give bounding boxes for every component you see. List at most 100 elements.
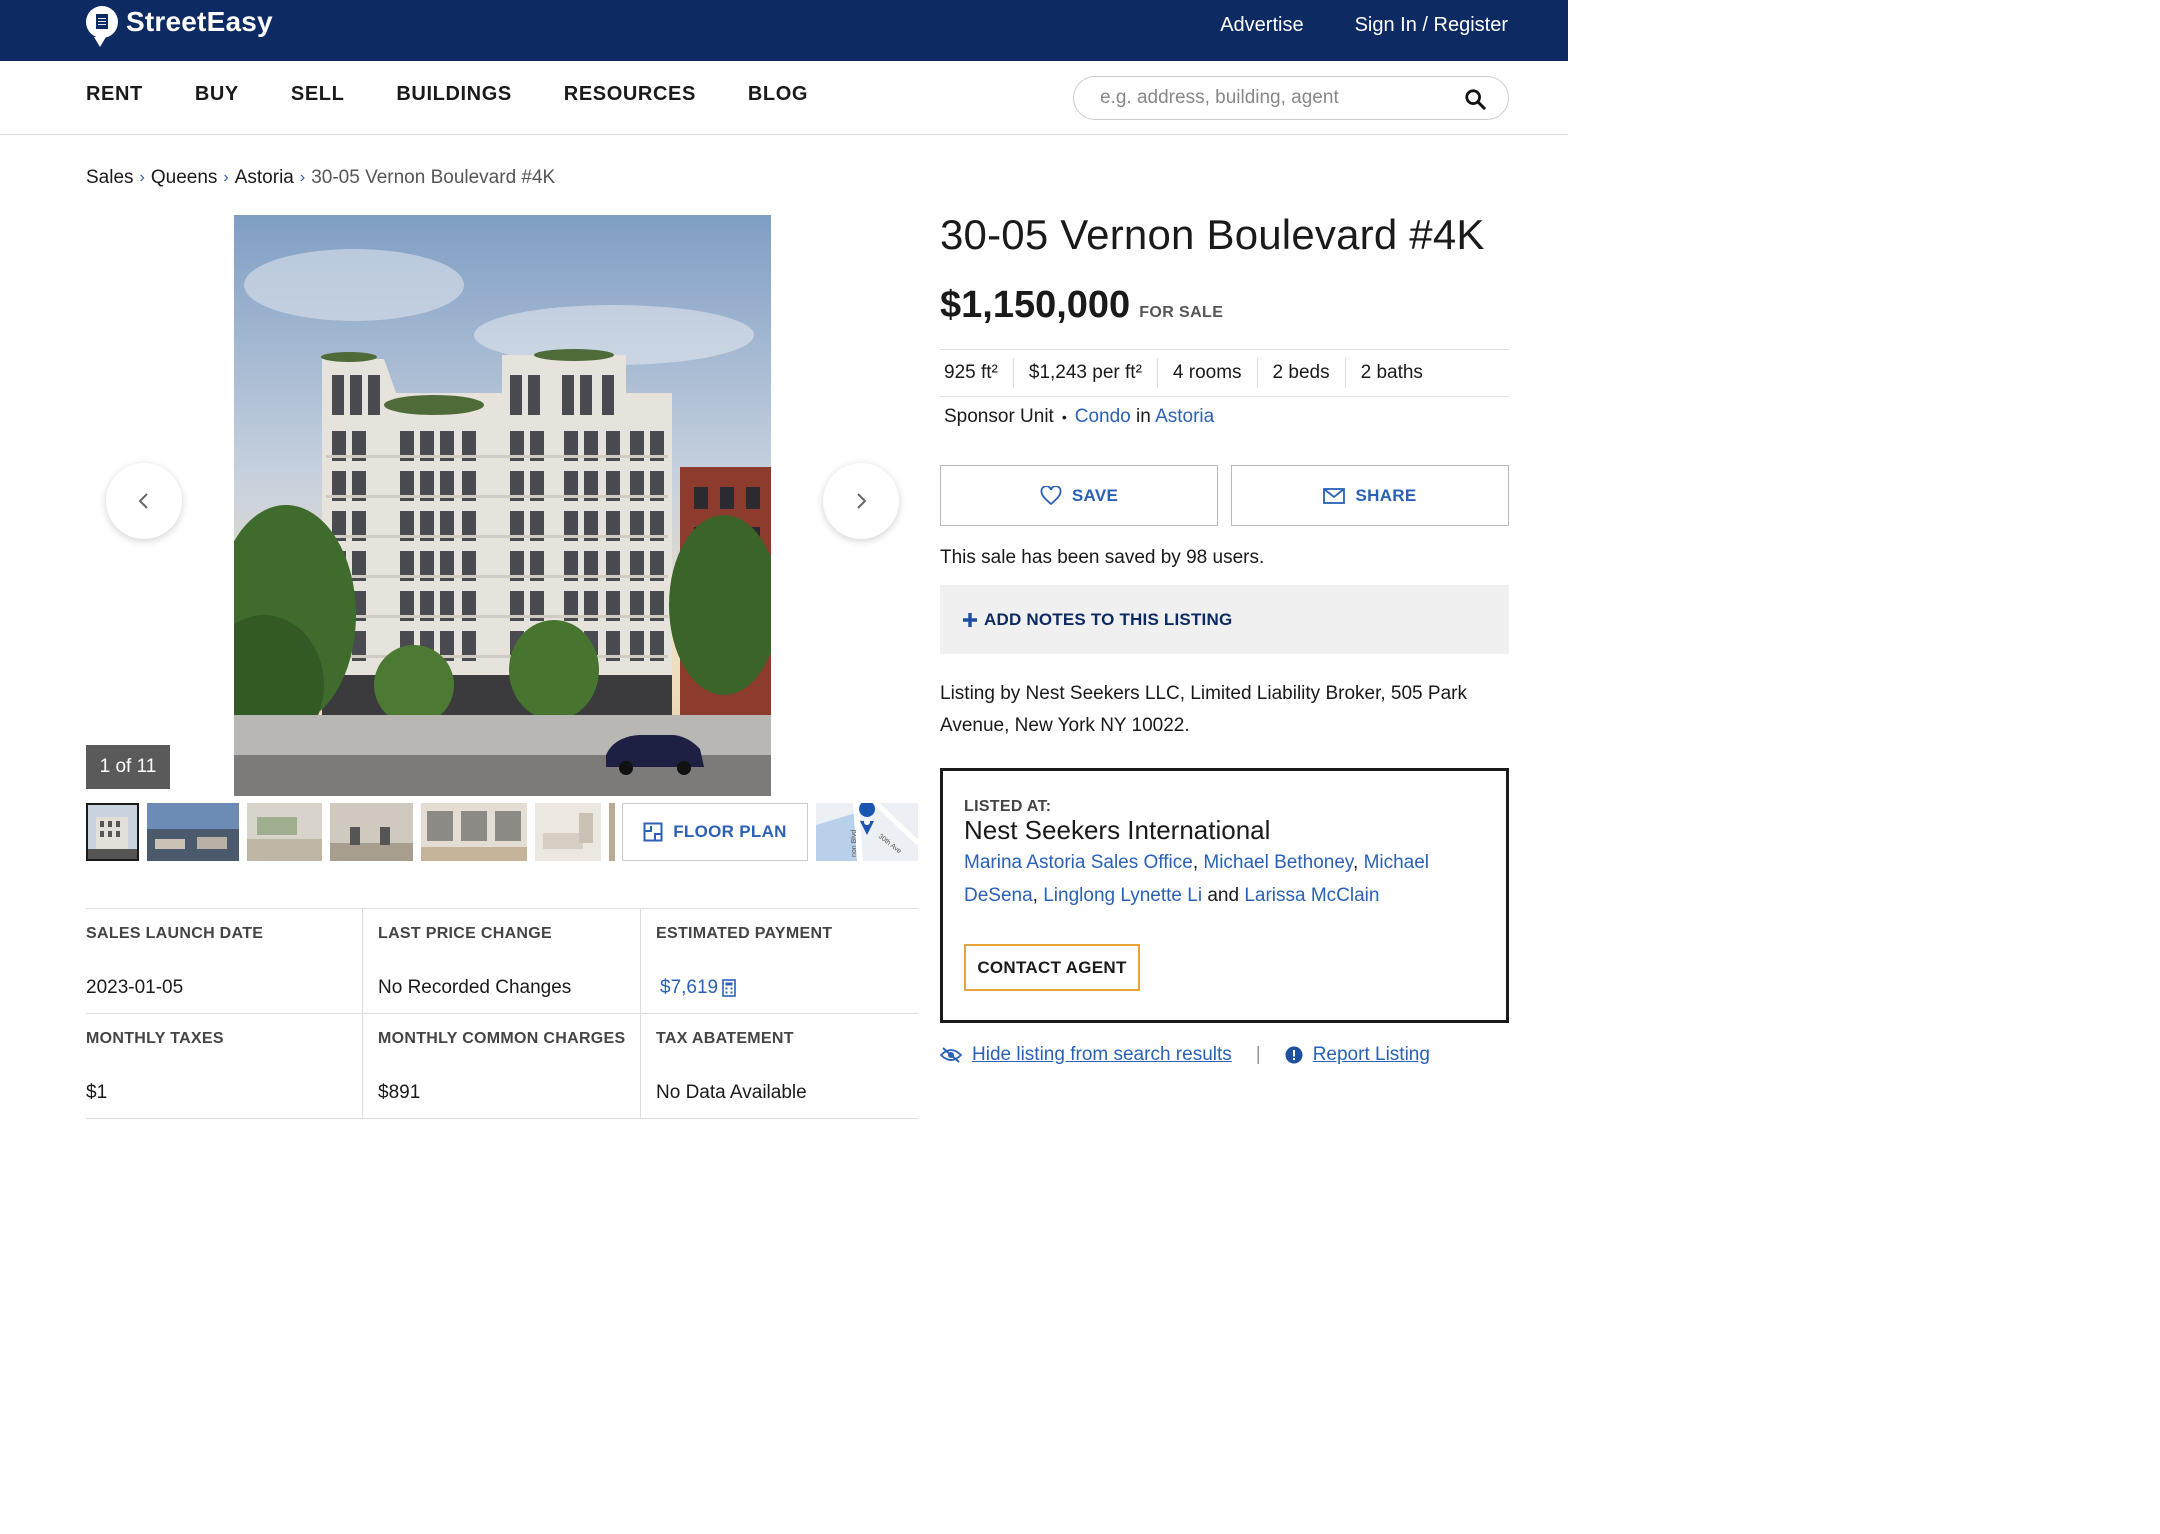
photo-counter: 1 of 11 <box>86 745 170 789</box>
thumbnail-1[interactable] <box>86 803 139 861</box>
chevron-left-icon <box>138 493 148 509</box>
plus-icon <box>963 612 977 627</box>
saved-count-text: This sale has been saved by 98 users. <box>940 547 1265 568</box>
listing-broker-text: Listing by Nest Seekers LLC, Limited Lia… <box>940 683 1467 736</box>
search-icon[interactable] <box>1464 88 1486 110</box>
agent-link[interactable]: Larissa McClain <box>1244 885 1379 906</box>
detail-monthly-taxes: MONTHLY TAXES $1 <box>86 1014 362 1119</box>
thumbnail-3[interactable] <box>247 803 322 861</box>
share-label: SHARE <box>1355 485 1417 505</box>
save-label: SAVE <box>1071 485 1119 505</box>
calculator-icon <box>722 979 736 997</box>
detail-monthly-common-charges: MONTHLY COMMON CHARGES $891 <box>362 1014 640 1119</box>
search-input[interactable] <box>1100 87 1440 109</box>
listing-facts: 925 ft² $1,243 per ft² 4 rooms 2 beds 2 … <box>940 349 1509 397</box>
detail-value: 2023-01-05 <box>86 977 184 998</box>
nav-blog[interactable]: BLOG <box>748 83 808 106</box>
floor-plan-icon <box>643 822 663 842</box>
detail-last-price-change: LAST PRICE CHANGE No Recorded Changes <box>362 909 640 1014</box>
main-nav: RENT BUY SELL BUILDINGS RESOURCES BLOG <box>0 61 1568 135</box>
agent-link[interactable]: Linglong Lynette Li <box>1043 885 1202 906</box>
advertise-link[interactable]: Advertise <box>1220 12 1303 38</box>
detail-value: No Data Available <box>656 1082 807 1103</box>
detail-label: SALES LAUNCH DATE <box>86 925 264 942</box>
add-notes-button[interactable]: ADD NOTES TO THIS LISTING <box>940 585 1509 654</box>
chevron-right-icon <box>857 493 867 509</box>
streeteasy-logo[interactable]: StreetEasy <box>86 6 273 47</box>
listing-footer-links: Hide listing from search results | Repor… <box>940 1044 1430 1066</box>
thumbnail-4[interactable] <box>330 803 413 861</box>
listing-main-photo[interactable] <box>234 215 771 796</box>
detail-sales-launch-date: SALES LAUNCH DATE 2023-01-05 <box>86 909 362 1014</box>
breadcrumb-current: 30-05 Vernon Boulevard #4K <box>311 167 556 188</box>
neighborhood-link[interactable]: Astoria <box>1155 406 1214 427</box>
detail-label: ESTIMATED PAYMENT <box>656 925 833 942</box>
contact-agent-button[interactable]: CONTACT AGENT <box>964 944 1140 991</box>
listed-at-label: LISTED AT: <box>964 798 1052 815</box>
alert-icon <box>1285 1046 1303 1064</box>
fact-baths: 2 baths <box>1344 358 1438 388</box>
detail-estimated-payment: ESTIMATED PAYMENT $7,619 <box>640 909 918 1014</box>
logo-building-icon <box>86 6 118 47</box>
brand-name: StreetEasy <box>126 6 273 37</box>
unit-type-line: Sponsor Unit • Condo in Astoria <box>944 406 1214 428</box>
nav-sell[interactable]: SELL <box>291 83 345 106</box>
thumbnail-2[interactable] <box>147 803 239 861</box>
thumbnail-6[interactable] <box>535 803 601 861</box>
bullet-separator: • <box>1061 409 1067 425</box>
agent-list: Marina Astoria Sales Office, Michael Bet… <box>964 852 1430 906</box>
share-button[interactable]: SHARE <box>1231 465 1509 526</box>
detail-value: $1 <box>86 1082 108 1103</box>
detail-tax-abatement: TAX ABATEMENT No Data Available <box>640 1014 918 1119</box>
thumbnail-5[interactable] <box>421 803 527 861</box>
listing-price: $1,150,000 <box>940 284 1131 326</box>
map-thumbnail[interactable]: 30th Ave non Blvd <box>816 803 918 861</box>
details-row: SALES LAUNCH DATE 2023-01-05 LAST PRICE … <box>86 909 918 1014</box>
detail-label: TAX ABATEMENT <box>656 1030 794 1047</box>
breadcrumb-sales[interactable]: Sales <box>86 167 134 189</box>
heart-icon <box>1040 485 1062 505</box>
report-listing-link[interactable]: Report Listing <box>1313 1044 1430 1066</box>
nav-buy[interactable]: BUY <box>195 83 239 106</box>
add-notes-label: ADD NOTES TO THIS LISTING <box>984 609 1233 629</box>
link-divider: | <box>1255 1044 1261 1065</box>
agent-link[interactable]: Marina Astoria Sales Office <box>964 852 1193 873</box>
detail-label: MONTHLY TAXES <box>86 1030 224 1047</box>
detail-label: MONTHLY COMMON CHARGES <box>378 1030 626 1047</box>
listing-price-row: $1,150,000 FOR SALE <box>940 284 1223 327</box>
listing-status: FOR SALE <box>1139 304 1224 321</box>
search-box <box>1073 76 1509 120</box>
unit-type: Sponsor Unit <box>944 406 1054 427</box>
detail-value: $891 <box>378 1082 421 1103</box>
breadcrumb-queens[interactable]: Queens <box>151 167 218 189</box>
property-type-link[interactable]: Condo <box>1075 406 1131 427</box>
fact-price-per-ft: $1,243 per ft² <box>1012 358 1157 388</box>
nav-resources[interactable]: RESOURCES <box>564 83 696 106</box>
agent-link[interactable]: Michael Bethoney <box>1203 852 1353 873</box>
listing-title: 30-05 Vernon Boulevard #4K <box>940 211 1485 258</box>
detail-value: $7,619 <box>660 977 719 998</box>
breadcrumb-astoria[interactable]: Astoria <box>235 167 294 189</box>
building-rendering <box>234 215 771 796</box>
sign-in-link[interactable]: Sign In / Register <box>1355 12 1508 38</box>
chevron-right-icon: › <box>139 169 145 186</box>
previous-photo-button[interactable] <box>106 463 182 539</box>
next-photo-button[interactable] <box>823 463 899 539</box>
top-bar: StreetEasy Advertise Sign In / Register <box>0 0 1568 61</box>
detail-value: No Recorded Changes <box>378 977 572 998</box>
chevron-right-icon: › <box>299 169 306 186</box>
nav-rent[interactable]: RENT <box>86 83 143 106</box>
envelope-icon <box>1323 487 1346 504</box>
estimated-payment-link[interactable]: $7,619 <box>660 977 736 999</box>
floor-plan-button[interactable]: FLOOR PLAN <box>622 803 808 861</box>
fact-rooms: 4 rooms <box>1156 358 1257 388</box>
floor-plan-label: FLOOR PLAN <box>673 822 787 841</box>
thumbnail-strip: FLOOR PLAN 30th Ave non Blvd <box>86 803 918 861</box>
listed-at-firm: Nest Seekers International <box>964 815 1271 845</box>
fact-beds: 2 beds <box>1256 358 1345 388</box>
nav-buildings[interactable]: BUILDINGS <box>396 83 511 106</box>
hide-listing-link[interactable]: Hide listing from search results <box>972 1044 1232 1066</box>
in-word: in <box>1136 406 1151 427</box>
save-button[interactable]: SAVE <box>940 465 1218 526</box>
thumbnail-7[interactable] <box>609 803 615 861</box>
